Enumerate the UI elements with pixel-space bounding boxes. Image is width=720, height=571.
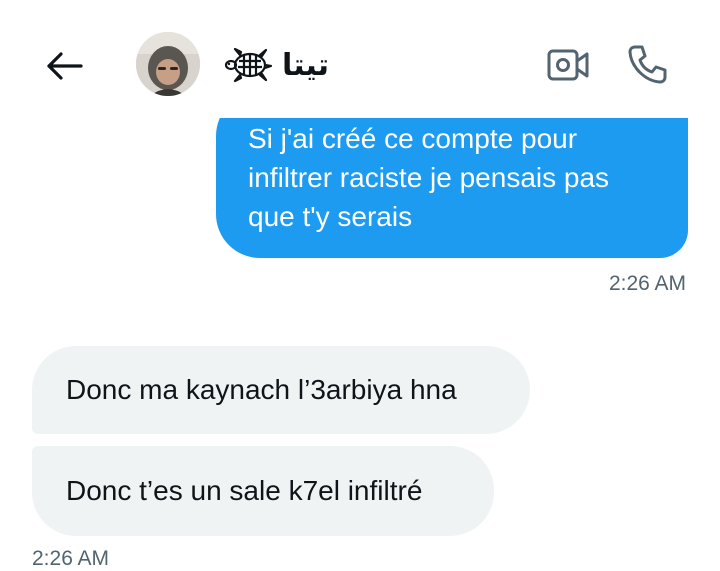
avatar-photo: [136, 32, 200, 96]
video-call-button[interactable]: [546, 46, 590, 84]
arrow-left-icon: [47, 52, 83, 80]
contact-name: تيتا: [282, 47, 330, 83]
message-line: que t'y serais: [248, 201, 413, 232]
incoming-message-bubble[interactable]: Donc ma kaynach l’3arbiya hna: [32, 346, 530, 434]
phone-icon: [628, 45, 667, 84]
message-text: Donc ma kaynach l’3arbiya hna: [66, 374, 457, 405]
avatar[interactable]: [136, 32, 200, 96]
conversation-header: تيتا: [0, 0, 720, 118]
message-timestamp: 2:26 AM: [32, 547, 110, 570]
contact-name-group[interactable]: تيتا: [224, 40, 329, 90]
incoming-message-bubble[interactable]: Donc t’es un sale k7el infiltré: [32, 446, 494, 536]
message-text: Donc t’es un sale k7el infiltré: [66, 475, 423, 506]
turtle-icon: [224, 45, 274, 85]
message-line: Si j'ai créé ce compte pour: [248, 123, 578, 154]
video-camera-icon: [547, 49, 589, 81]
message-line: infiltrer raciste je pensais pas: [248, 162, 610, 193]
message-timestamp: 2:26 AM: [608, 272, 686, 295]
back-button[interactable]: [44, 46, 84, 86]
voice-call-button[interactable]: [626, 42, 670, 86]
